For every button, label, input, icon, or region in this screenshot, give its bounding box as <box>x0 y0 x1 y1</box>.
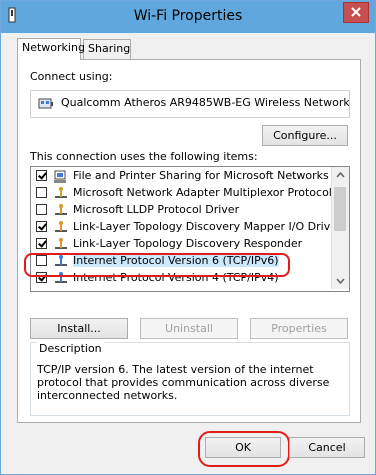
item-checkbox[interactable] <box>36 187 47 198</box>
item-label: Link-Layer Topology Discovery Responder <box>73 237 303 250</box>
list-item[interactable]: Microsoft LLDP Protocol Driver <box>31 202 329 219</box>
properties-window: Wi-Fi Properties Networking Sharing Conn… <box>0 0 376 475</box>
item-checkbox[interactable] <box>36 204 47 215</box>
cancel-button[interactable]: Cancel <box>289 437 365 458</box>
protocol-icon <box>55 187 67 198</box>
install-button[interactable]: Install... <box>30 318 128 339</box>
scroll-down-icon[interactable] <box>332 272 349 289</box>
adapter-field: Qualcomm Atheros AR9485WB-EG Wireless Ne… <box>30 90 350 118</box>
protocol-icon <box>55 255 67 266</box>
list-item[interactable]: File and Printer Sharing for Microsoft N… <box>31 168 329 185</box>
protocol-icon <box>55 238 67 249</box>
list-item[interactable]: Link-Layer Topology Discovery Mapper I/O… <box>31 219 342 236</box>
list-scrollbar[interactable] <box>331 167 349 289</box>
list-item[interactable]: Microsoft Network Adapter Multiplexor Pr… <box>31 185 332 202</box>
uninstall-button[interactable]: Uninstall <box>140 318 238 339</box>
service-icon <box>54 170 66 183</box>
close-icon <box>351 7 361 17</box>
list-item-selected[interactable]: Internet Protocol Version 6 (TCP/IPv6) <box>31 253 329 270</box>
description-text: TCP/IP version 6. The latest version of … <box>37 363 330 402</box>
item-checkbox[interactable] <box>36 272 47 283</box>
title-bar[interactable]: Wi-Fi Properties <box>1 1 375 33</box>
item-checkbox[interactable] <box>36 238 47 249</box>
tab-networking[interactable]: Networking <box>17 38 85 60</box>
item-checkbox[interactable] <box>36 255 47 266</box>
items-label: This connection uses the following items… <box>30 150 258 163</box>
ok-button[interactable]: OK <box>205 437 281 458</box>
description-title: Description <box>37 342 104 355</box>
item-label: Microsoft Network Adapter Multiplexor Pr… <box>73 186 332 199</box>
list-item[interactable]: Link-Layer Topology Discovery Responder <box>31 236 329 253</box>
protocol-icon <box>55 272 67 283</box>
connect-using-label: Connect using: <box>30 70 113 83</box>
item-label: File and Printer Sharing for Microsoft N… <box>73 169 329 182</box>
item-label: Link-Layer Topology Discovery Mapper I/O… <box>73 220 342 233</box>
configure-button[interactable]: Configure... <box>262 125 348 146</box>
protocol-icon <box>55 204 67 215</box>
scrollbar-thumb[interactable] <box>334 187 346 231</box>
item-checkbox[interactable] <box>36 221 47 232</box>
item-label: Internet Protocol Version 4 (TCP/IPv4) <box>73 271 279 284</box>
scroll-up-icon[interactable] <box>332 167 349 184</box>
item-label: Internet Protocol Version 6 (TCP/IPv6) <box>73 254 279 267</box>
protocol-icon <box>55 221 67 232</box>
list-item[interactable]: Internet Protocol Version 4 (TCP/IPv4) <box>31 270 329 287</box>
network-adapter-icon <box>38 98 53 109</box>
item-checkbox[interactable] <box>36 170 47 181</box>
properties-button[interactable]: Properties <box>250 318 348 339</box>
close-button[interactable] <box>343 2 369 23</box>
tab-sharing[interactable]: Sharing <box>83 39 131 59</box>
adapter-name: Qualcomm Atheros AR9485WB-EG Wireless Ne… <box>61 96 350 109</box>
items-list[interactable]: File and Printer Sharing for Microsoft N… <box>30 166 350 292</box>
window-title: Wi-Fi Properties <box>133 8 243 24</box>
item-label: Microsoft LLDP Protocol Driver <box>73 203 240 216</box>
